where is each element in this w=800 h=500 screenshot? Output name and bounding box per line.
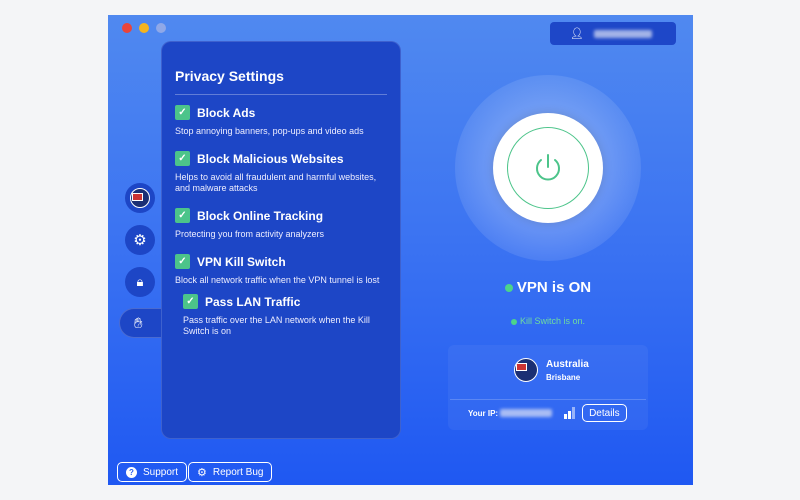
status-dot [504, 284, 513, 293]
user-icon: 👤︎ [570, 28, 584, 40]
report-bug-label: Report Bug [212, 466, 264, 478]
location-country: Australia [546, 358, 589, 370]
power-icon [536, 154, 560, 181]
option-kill-switch[interactable]: ✓ VPN Kill Switch [175, 254, 387, 269]
option-desc: Pass traffic over the LAN network when t… [183, 315, 370, 336]
sidebar-settings-button[interactable]: ⚙ [125, 225, 155, 255]
help-icon: ? [126, 466, 137, 478]
support-label: Support [143, 466, 179, 478]
location-city: Brisbane [546, 372, 581, 382]
details-button[interactable]: Details [582, 404, 627, 422]
option-desc: Block all network traffic when the VPN t… [175, 275, 380, 285]
checkbox-checked-icon[interactable]: ✓ [175, 151, 190, 166]
vpn-status-text: VPN is ON [516, 279, 592, 296]
status-dot [510, 318, 517, 325]
bug-icon: ⚙ [197, 466, 207, 479]
power-button[interactable] [493, 113, 603, 223]
account-button[interactable]: 👤︎ [550, 22, 676, 45]
sidebar-location-button[interactable] [125, 183, 155, 213]
option-block-malicious[interactable]: ✓ Block Malicious Websites [175, 151, 387, 166]
option-desc: Stop annoying banners, pop-ups and video… [175, 126, 364, 136]
australia-flag-icon [514, 358, 538, 382]
option-desc: Protecting you from activity analyzers [175, 229, 325, 239]
vpn-status: VPN is ON [448, 279, 648, 296]
option-label: VPN Kill Switch [197, 254, 286, 269]
checkbox-checked-icon[interactable]: ✓ [175, 208, 190, 223]
username-redacted [593, 29, 652, 38]
lock-icon: 🔒︎ [136, 274, 144, 289]
option-desc: Helps to avoid all fraudulent and harmfu… [175, 172, 377, 193]
option-label: Pass LAN Traffic [205, 294, 301, 309]
option-label: Block Online Tracking [197, 208, 324, 223]
kill-switch-text: Kill Switch is on. [519, 316, 586, 326]
option-block-tracking[interactable]: ✓ Block Online Tracking [175, 208, 387, 223]
app-window: 👤︎ ⚙ 🔒︎ ✋︎ Privacy Settings ✓ Block Ads S… [108, 15, 693, 485]
option-block-ads[interactable]: ✓ Block Ads [175, 105, 387, 120]
checkbox-checked-icon[interactable]: ✓ [183, 294, 198, 309]
report-bug-button[interactable]: ⚙ Report Bug [188, 462, 273, 482]
ip-label: Your IP: [468, 408, 499, 418]
option-label: Block Malicious Websites [197, 151, 344, 166]
gear-icon: ⚙ [133, 232, 147, 249]
australia-flag-icon [130, 188, 150, 208]
location-card[interactable]: Australia Brisbane Your IP: Details [448, 345, 648, 430]
minimize-window-button[interactable] [139, 23, 149, 33]
ip-redacted [500, 409, 553, 417]
checkbox-checked-icon[interactable]: ✓ [175, 105, 190, 120]
option-label: Block Ads [197, 105, 256, 120]
privacy-settings-panel: Privacy Settings ✓ Block Ads Stop annoyin… [161, 41, 401, 439]
panel-title: Privacy Settings [175, 68, 387, 95]
maximize-window-button[interactable] [156, 23, 166, 33]
close-window-button[interactable] [122, 23, 132, 33]
signal-icon [564, 407, 576, 419]
sidebar-security-button[interactable]: 🔒︎ [125, 267, 155, 297]
option-pass-lan[interactable]: ✓ Pass LAN Traffic [183, 294, 387, 309]
hand-icon: ✋︎ [134, 314, 143, 332]
support-button[interactable]: ? Support [117, 462, 188, 482]
kill-switch-status: Kill Switch is on. [448, 316, 648, 326]
checkbox-checked-icon[interactable]: ✓ [175, 254, 190, 269]
